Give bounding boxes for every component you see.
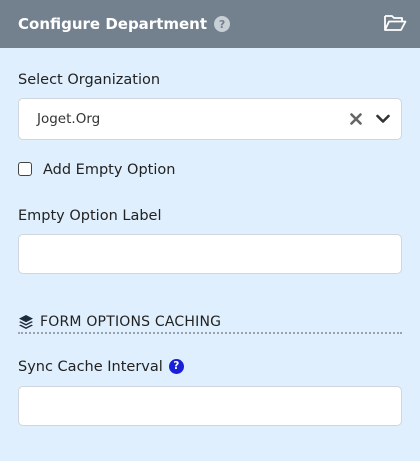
close-icon[interactable] (345, 108, 367, 130)
add-empty-option-row[interactable]: Add Empty Option (18, 161, 176, 178)
add-empty-option-checkbox[interactable] (18, 162, 32, 176)
panel-header: Configure Department ? (0, 0, 420, 48)
organization-selected-value: Joget.Org (37, 111, 101, 127)
folder-open-icon[interactable] (382, 12, 408, 34)
panel-title: Configure Department (18, 15, 208, 33)
select-organization-label: Select Organization (18, 72, 161, 88)
chevron-down-icon[interactable] (371, 108, 395, 130)
section-divider (18, 332, 402, 334)
sync-cache-interval-input[interactable] (18, 386, 402, 426)
help-icon[interactable]: ? (214, 16, 231, 32)
configure-department-panel: Configure Department ? Select Organizati… (0, 0, 420, 461)
section-title: FORM OPTIONS CACHING (40, 314, 222, 330)
organization-select[interactable]: Joget.Org (18, 98, 402, 140)
help-icon[interactable]: ? (168, 358, 184, 374)
empty-option-label-input[interactable] (18, 234, 402, 274)
empty-option-label-heading: Empty Option Label (18, 208, 162, 224)
sync-cache-interval-label-row: Sync Cache Interval ? (18, 358, 184, 375)
add-empty-option-label: Add Empty Option (43, 162, 176, 178)
layers-icon (18, 314, 34, 330)
sync-cache-interval-label: Sync Cache Interval (18, 359, 163, 375)
